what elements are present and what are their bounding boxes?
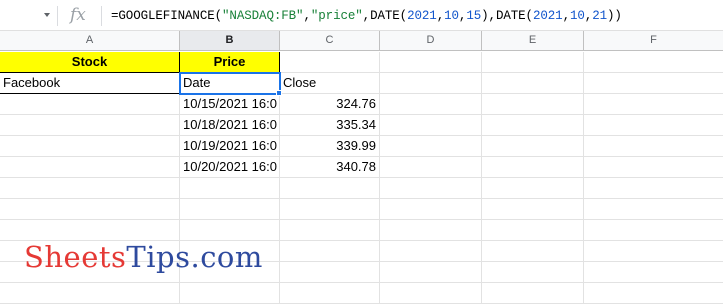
sheetstips-watermark-logo: SheetsTips.com: [24, 240, 263, 274]
formula-bar: fx =GOOGLEFINANCE("NASDAQ:FB","price",DA…: [0, 0, 723, 31]
formula-token: =GOOGLEFINANCE(: [111, 9, 223, 23]
column-header-b[interactable]: B: [180, 31, 280, 51]
formula-token: 10: [444, 9, 459, 23]
column-header-c[interactable]: C: [280, 31, 380, 51]
cell-e10[interactable]: [482, 241, 584, 262]
cell-a2[interactable]: Facebook: [0, 73, 180, 94]
cell-c3[interactable]: 324.76: [280, 94, 380, 115]
cell-e6[interactable]: [482, 157, 584, 178]
cell-b1[interactable]: Price: [180, 52, 280, 73]
cell-a9[interactable]: [0, 220, 180, 241]
formula-token: ),DATE(: [481, 9, 533, 23]
cell-b4[interactable]: 10/18/2021 16:0: [180, 115, 280, 136]
cell-e5[interactable]: [482, 136, 584, 157]
cell-b12[interactable]: [180, 283, 280, 304]
cell-d7[interactable]: [380, 178, 482, 199]
column-header-a[interactable]: A: [0, 31, 180, 51]
cell-b6[interactable]: 10/20/2021 16:0: [180, 157, 280, 178]
cell-e4[interactable]: [482, 115, 584, 136]
cell-a8[interactable]: [0, 199, 180, 220]
cell-e8[interactable]: [482, 199, 584, 220]
formula-token: 15: [466, 9, 482, 23]
fill-handle[interactable]: [276, 90, 282, 96]
cell-c7[interactable]: [280, 178, 380, 199]
formula-bar-divider: [57, 6, 58, 26]
cell-f3[interactable]: [584, 94, 723, 115]
cell-a3[interactable]: [0, 94, 180, 115]
formula-token: "NASDAQ:FB": [222, 9, 304, 23]
cell-e2[interactable]: [482, 73, 584, 94]
cell-e3[interactable]: [482, 94, 584, 115]
cell-d6[interactable]: [380, 157, 482, 178]
cell-b9[interactable]: [180, 220, 280, 241]
cell-f6[interactable]: [584, 157, 723, 178]
cell-c9[interactable]: [280, 220, 380, 241]
cell-f11[interactable]: [584, 262, 723, 283]
cell-f2[interactable]: [584, 73, 723, 94]
cell-c5[interactable]: 339.99: [280, 136, 380, 157]
cell-d1[interactable]: [380, 52, 482, 73]
cell-d3[interactable]: [380, 94, 482, 115]
cell-a12[interactable]: [0, 283, 180, 304]
name-box-dropdown-icon[interactable]: [44, 13, 50, 17]
cell-f8[interactable]: [584, 199, 723, 220]
cell-c10[interactable]: [280, 241, 380, 262]
cell-d2[interactable]: [380, 73, 482, 94]
cell-a6[interactable]: [0, 157, 180, 178]
cell-c6[interactable]: 340.78: [280, 157, 380, 178]
cell-c12[interactable]: [280, 283, 380, 304]
cell-d10[interactable]: [380, 241, 482, 262]
cell-b7[interactable]: [180, 178, 280, 199]
cell-d11[interactable]: [380, 262, 482, 283]
cell-f1[interactable]: [584, 52, 723, 73]
cell-e9[interactable]: [482, 220, 584, 241]
cell-b5[interactable]: 10/19/2021 16:0: [180, 136, 280, 157]
cell-a4[interactable]: [0, 115, 180, 136]
cell-d12[interactable]: [380, 283, 482, 304]
cell-f12[interactable]: [584, 283, 723, 304]
cell-f5[interactable]: [584, 136, 723, 157]
formula-token: ,DATE(: [362, 9, 408, 23]
cell-f9[interactable]: [584, 220, 723, 241]
formula-input[interactable]: =GOOGLEFINANCE("NASDAQ:FB","price",DATE(…: [111, 9, 622, 23]
cell-b3[interactable]: 10/15/2021 16:0: [180, 94, 280, 115]
cell-d4[interactable]: [380, 115, 482, 136]
cell-d8[interactable]: [380, 199, 482, 220]
cell-a1[interactable]: Stock: [0, 52, 180, 73]
formula-token: ,: [303, 9, 311, 23]
cell-c11[interactable]: [280, 262, 380, 283]
cell-e7[interactable]: [482, 178, 584, 199]
cell-a5[interactable]: [0, 136, 180, 157]
cell-b2[interactable]: Date: [179, 72, 281, 95]
column-header-e[interactable]: E: [482, 31, 584, 51]
cell-b8[interactable]: [180, 199, 280, 220]
formula-token: )): [607, 9, 622, 23]
formula-token: 2021: [407, 9, 437, 23]
cell-e1[interactable]: [482, 52, 584, 73]
cell-f10[interactable]: [584, 241, 723, 262]
cell-a7[interactable]: [0, 178, 180, 199]
cell-c8[interactable]: [280, 199, 380, 220]
cell-c2[interactable]: Close: [280, 73, 380, 94]
cell-f4[interactable]: [584, 115, 723, 136]
formula-token: ,: [436, 9, 445, 23]
cell-c4[interactable]: 335.34: [280, 115, 380, 136]
formula-token: "price": [310, 9, 363, 23]
formula-token: 21: [592, 9, 607, 23]
fx-icon: fx: [70, 5, 86, 25]
column-header-d[interactable]: D: [380, 31, 482, 51]
cell-c1[interactable]: [280, 52, 380, 73]
cell-d9[interactable]: [380, 220, 482, 241]
cell-f7[interactable]: [584, 178, 723, 199]
column-header-f[interactable]: F: [584, 31, 723, 51]
cell-e12[interactable]: [482, 283, 584, 304]
cell-d5[interactable]: [380, 136, 482, 157]
formula-token: 2021: [532, 9, 563, 23]
watermark-part-tips: Tips.com: [126, 240, 263, 274]
formula-bar-divider: [101, 6, 102, 26]
watermark-part-sheets: Sheets: [24, 240, 127, 274]
cell-e11[interactable]: [482, 262, 584, 283]
formula-token: ,: [562, 9, 571, 23]
formula-token: 10: [569, 9, 585, 23]
